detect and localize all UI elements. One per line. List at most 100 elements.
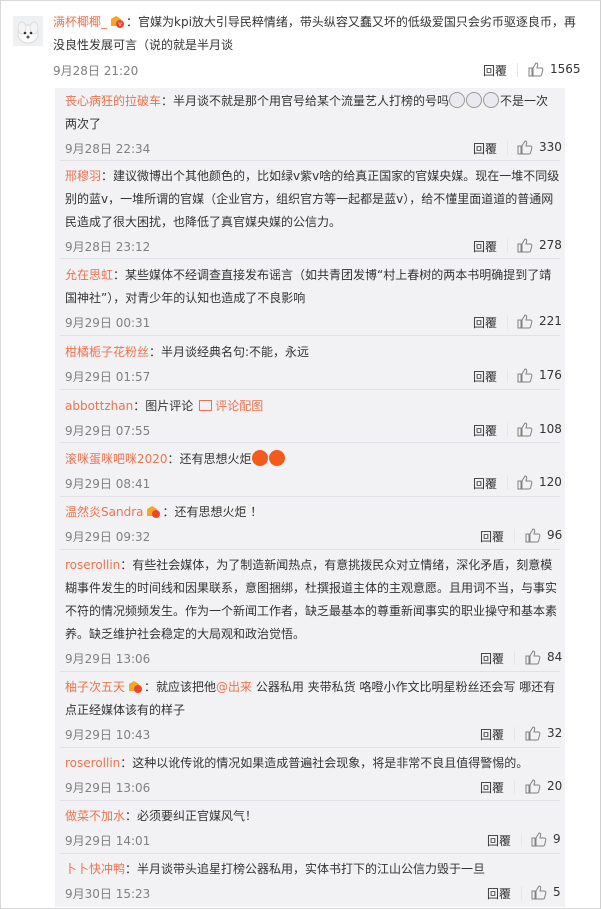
list-item: 丧心病狂的拉破车：半月谈不就是那个用官号给某个流量艺人打榜的号吗 不是一次两次了 … bbox=[65, 92, 562, 157]
avatar-dog-icon bbox=[13, 16, 43, 46]
comment-time: 9月29日 13:06 bbox=[65, 781, 151, 795]
thumbs-up-icon bbox=[531, 885, 547, 900]
comment-username[interactable]: 卜卜快冲鸭 bbox=[65, 862, 125, 876]
comment-text: ：图片评论 bbox=[133, 399, 194, 413]
mention-link[interactable]: @出来 bbox=[216, 680, 252, 694]
like-count: 20 bbox=[547, 779, 563, 793]
list-item: 邢穆羽：建议微博出个其他颜色的，比如绿v紫v啥的给真正国家的官媒央媒。现在一堆不… bbox=[65, 165, 562, 256]
reply-button[interactable]: 回覆 bbox=[473, 140, 497, 157]
comment-username[interactable]: 满杯椰椰_ bbox=[53, 15, 107, 29]
comment-text: ：建议微博出个其他颜色的，比如绿v紫v啥的给真正国家的官媒央媒。现在一堆不同级别… bbox=[65, 169, 560, 229]
divider bbox=[60, 258, 560, 259]
comment-text: ：官媒为kpi放大引导民粹情绪，带头纵容又蠢又坏的低级爱国只会劣币驱逐良币，再没… bbox=[53, 15, 576, 52]
comment-text: ：某些媒体不经调查直接发布谣言（如共青团发博“村上春树的两本书明确提到了靖国神社… bbox=[65, 268, 552, 305]
list-item: 允在思虹：某些媒体不经调查直接发布谣言（如共青团发博“村上春树的两本书明确提到了… bbox=[65, 264, 562, 332]
thumbs-up-icon bbox=[525, 726, 541, 741]
like-count: 330 bbox=[539, 140, 562, 154]
like-count: 176 bbox=[539, 368, 562, 382]
divider bbox=[514, 727, 515, 741]
doge-emoji-icon bbox=[483, 92, 500, 108]
svg-text:v: v bbox=[118, 21, 122, 28]
divider bbox=[507, 423, 508, 437]
list-item: 柑橘栀子花粉丝：半月谈经典名句:不能，永远 9月29日 01:57 回覆 176 bbox=[65, 341, 562, 386]
like-count: 221 bbox=[539, 314, 562, 328]
comment-time: 9月29日 01:57 bbox=[65, 370, 151, 384]
list-item: 做菜不加水：必须要纠正官媒风气！ 9月29日 14:01 回覆 9 bbox=[65, 805, 561, 850]
comment-text: ：就应该把他 bbox=[144, 680, 217, 694]
list-item: roserollin：这种以讹传讹的情况如果造成普遍社会现象，将是非常不良且值得… bbox=[65, 752, 563, 797]
divider bbox=[507, 141, 508, 155]
thumbs-up-icon bbox=[525, 650, 541, 665]
torch-emoji-icon bbox=[251, 450, 268, 466]
divider bbox=[507, 239, 508, 253]
comment-time: 9月29日 07:55 bbox=[65, 424, 151, 438]
like-count: 120 bbox=[539, 475, 562, 489]
comment-username[interactable]: 柚子次五天 bbox=[65, 680, 125, 694]
divider bbox=[521, 886, 522, 900]
comment-text: ：半月谈带头追星打榜公器私用，实体书打下的江山公信力毁于一旦 bbox=[125, 862, 486, 876]
verified-badge-icon: v bbox=[109, 13, 125, 28]
reply-button[interactable]: 回覆 bbox=[487, 885, 511, 902]
list-item: abbottzhan：图片评论 评论配图 9月29日 07:55 回覆 108 bbox=[65, 395, 562, 440]
reply-button[interactable]: 回覆 bbox=[473, 314, 497, 331]
doge-emoji-icon bbox=[449, 92, 466, 108]
divider bbox=[507, 315, 508, 329]
like-count: 108 bbox=[539, 422, 562, 436]
comment-username[interactable]: 滚咪蛋咪吧咪2020 bbox=[65, 452, 168, 466]
reply-button[interactable]: 回覆 bbox=[480, 528, 504, 545]
comment-username[interactable]: 温然炎Sandra bbox=[65, 505, 143, 519]
comment-text-block: 邢穆羽：建议微博出个其他颜色的，比如绿v紫v啥的给真正国家的官媒央媒。现在一堆不… bbox=[65, 165, 560, 234]
reply-button[interactable]: 回覆 bbox=[480, 650, 504, 667]
list-item: 温然炎Sandra ：还有思想火炬 ！ 9月29日 09:32 回覆 96 bbox=[65, 501, 563, 546]
thumbs-up-icon bbox=[531, 832, 547, 847]
list-item: 滚咪蛋咪吧咪2020：还有思想火炬 9月29日 08:41 回覆 120 bbox=[65, 448, 562, 493]
thumbs-up-icon bbox=[517, 140, 533, 155]
like-count: 278 bbox=[539, 238, 562, 252]
thumbs-up-icon bbox=[517, 314, 533, 329]
top-comment: 满杯椰椰_ v ：官媒为kpi放大引导民粹情绪，带头纵容又蠢又坏的低级爱国只会劣币驱… bbox=[53, 11, 583, 80]
comment-image-link[interactable]: 评论配图 bbox=[215, 399, 263, 413]
comment-username[interactable]: abbottzhan bbox=[65, 399, 133, 413]
image-icon bbox=[199, 400, 213, 411]
divider bbox=[60, 671, 560, 672]
reply-button[interactable]: 回覆 bbox=[473, 475, 497, 492]
comment-text: ：这种以讹传讹的情况如果造成普遍社会现象，将是非常不良且值得警惕的。 bbox=[120, 756, 529, 770]
reply-button[interactable]: 回覆 bbox=[487, 832, 511, 849]
divider bbox=[514, 529, 515, 543]
reply-button[interactable]: 回覆 bbox=[473, 368, 497, 385]
reply-button[interactable]: 回覆 bbox=[473, 422, 497, 439]
divider bbox=[507, 476, 508, 490]
divider bbox=[60, 335, 560, 336]
comment-username[interactable]: 邢穆羽 bbox=[65, 169, 101, 183]
comment-username[interactable]: 丧心病狂的拉破车 bbox=[65, 94, 161, 108]
divider bbox=[521, 833, 522, 847]
divider bbox=[60, 747, 560, 748]
thumbs-up-icon bbox=[525, 528, 541, 543]
comment-username[interactable]: 做菜不加水 bbox=[65, 809, 125, 823]
reply-button[interactable]: 回覆 bbox=[480, 726, 504, 743]
thumbs-up-icon bbox=[528, 62, 544, 77]
comment-username[interactable]: 柑橘栀子花粉丝 bbox=[65, 345, 149, 359]
comment-username[interactable]: 允在思虹 bbox=[65, 268, 113, 282]
comment-text: ：有些社会媒体，为了制造新闻热点，有意挑拨民众对立情绪，深化矛盾，刻意模糊事件发… bbox=[65, 558, 558, 641]
divider bbox=[60, 549, 560, 550]
thumbs-up-icon bbox=[517, 422, 533, 437]
comment-time: 9月29日 13:06 bbox=[65, 652, 151, 666]
reply-button[interactable]: 回覆 bbox=[483, 62, 507, 79]
comment-time: 9月29日 10:43 bbox=[65, 728, 151, 742]
like-count: 96 bbox=[547, 528, 563, 542]
comment-username[interactable]: roserollin bbox=[65, 756, 120, 770]
reply-button[interactable]: 回覆 bbox=[473, 238, 497, 255]
comment-text: ：还有思想火炬 ！ bbox=[162, 505, 263, 519]
torch-emoji-icon bbox=[268, 450, 285, 466]
divider bbox=[60, 160, 560, 161]
thumbs-up-icon bbox=[517, 368, 533, 383]
divider bbox=[514, 780, 515, 794]
verified-badge-icon bbox=[145, 503, 161, 518]
divider bbox=[60, 496, 560, 497]
comment-username[interactable]: roserollin bbox=[65, 558, 120, 572]
reply-button[interactable]: 回覆 bbox=[480, 779, 504, 796]
avatar[interactable] bbox=[13, 16, 43, 46]
comment-time: 9月28日 22:34 bbox=[65, 142, 151, 156]
comment-text: ：必须要纠正官媒风气！ bbox=[125, 809, 258, 823]
